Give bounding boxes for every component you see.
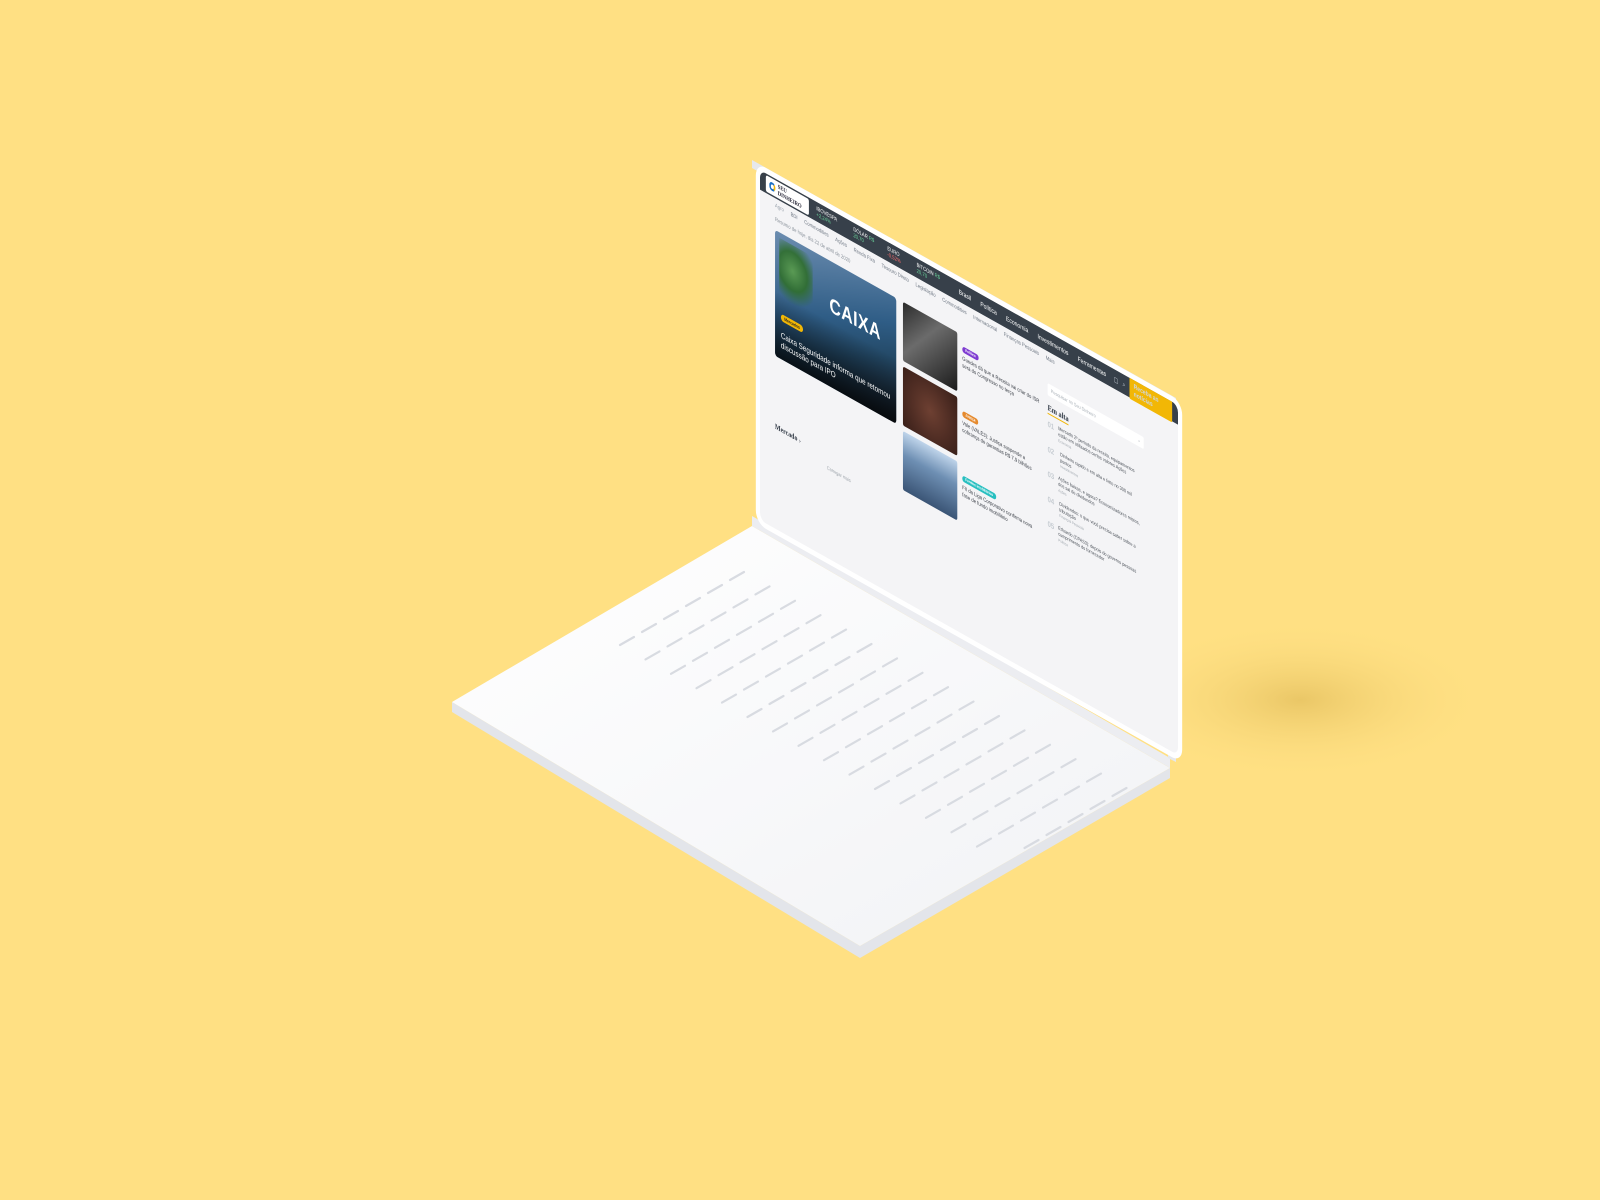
subnav-item[interactable]: BDI [791,211,798,221]
trending-rank: 02 [1047,444,1055,457]
laptop-scene: SEU DINHEIRO IBOVESPA +2,24% DÓLAR R$ 20… [0,0,1600,1200]
trending-rank: 04 [1047,493,1055,507]
laptop-base [452,160,1490,958]
search-icon[interactable]: ⌕ [1123,380,1126,390]
chevron-right-icon[interactable]: › [799,436,801,445]
search-icon[interactable]: ⌕ [1138,437,1140,444]
logo-icon [769,180,776,193]
nav-item-brasil[interactable]: Brasil [959,288,972,303]
subnav-item[interactable]: Mais [1046,355,1055,366]
trending-rank: 05 [1047,518,1055,532]
trending-rank: 03 [1047,468,1055,482]
bookmark-icon[interactable]: ▢ [1114,375,1119,385]
subnav-item[interactable]: Agro [775,203,784,214]
trending-rank: 01 [1047,419,1055,432]
